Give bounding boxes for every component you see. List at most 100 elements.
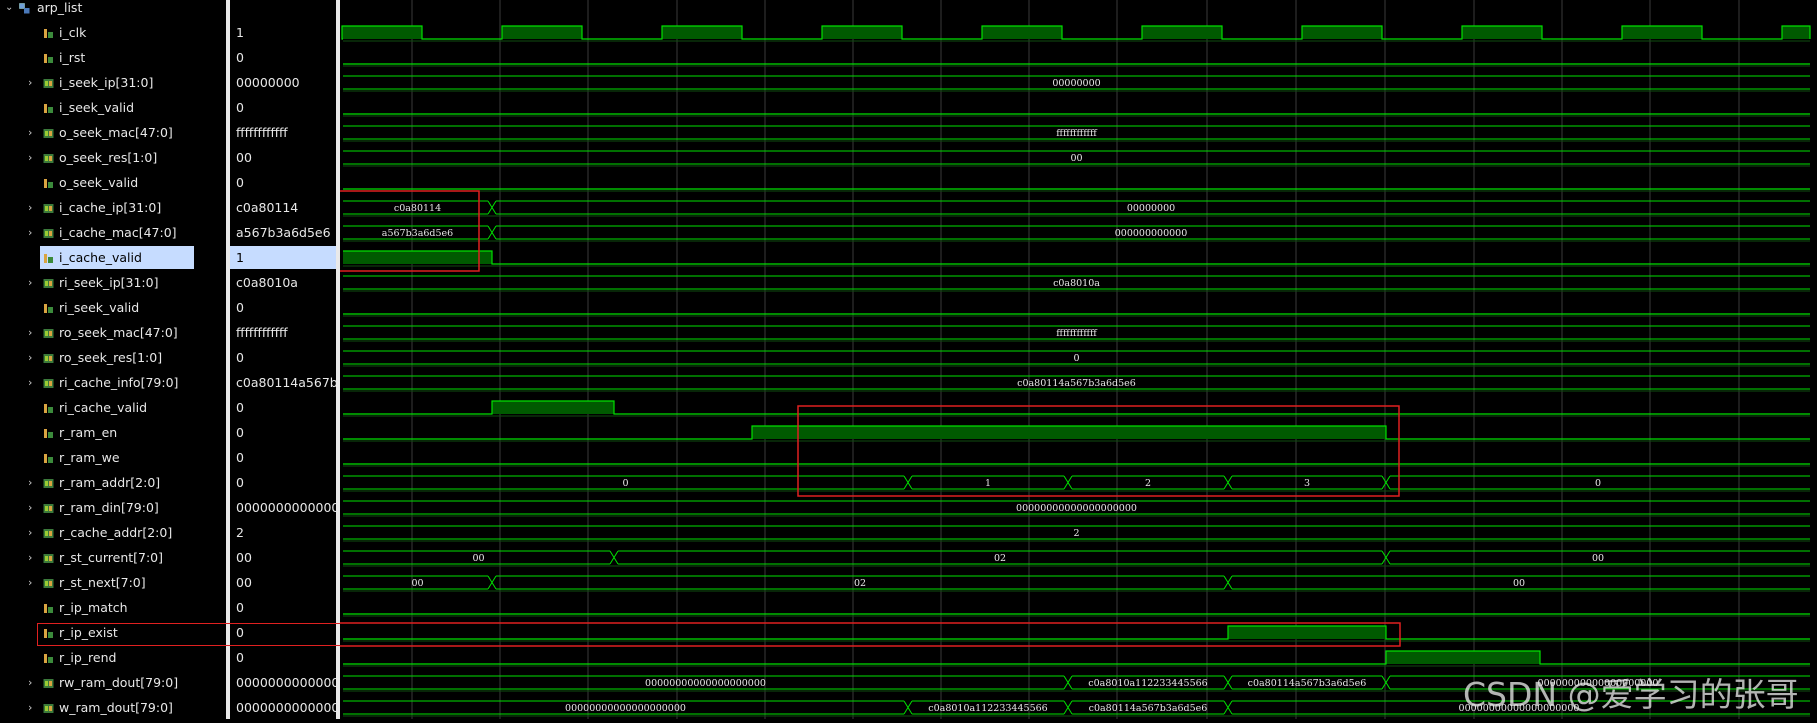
signal-value[interactable]: 00 [230,145,336,170]
signal-value[interactable]: 000000000000000 [230,695,336,719]
signal-row-i-clk[interactable]: i_clk [0,20,226,45]
signal-row-o-seek-mac[interactable]: › o_seek_mac[47:0] [0,120,226,145]
signal-value[interactable]: 0 [230,295,336,320]
chevron-right-icon[interactable]: › [28,320,40,345]
bit-signal-icon [44,629,53,638]
bus-value-label: 02 [854,578,866,589]
signal-value[interactable]: 2 [230,520,336,545]
signal-value[interactable]: 00 [230,570,336,595]
signal-value[interactable]: ffffffffffff [230,120,336,145]
signal-row-i-cache-valid[interactable]: i_cache_valid [0,245,226,270]
scope-label: arp_list [37,0,83,15]
chevron-right-icon[interactable]: › [28,220,40,245]
signal-row-r-st-current[interactable]: › r_st_current[7:0] [0,545,226,570]
bit-high-fill [492,401,614,414]
signal-row-i-seek-ip[interactable]: › i_seek_ip[31:0] [0,70,226,95]
signal-row-r-ip-exist[interactable]: r_ip_exist [0,620,226,645]
signal-value[interactable]: c0a80114a567b3a [230,370,336,395]
signal-value[interactable]: 1 [230,20,336,45]
signal-value[interactable]: 0 [230,645,336,670]
bus-signal-icon [43,204,54,213]
signal-row-ri-cache-valid[interactable]: ri_cache_valid [0,395,226,420]
bit-high-fill [1228,626,1386,639]
chevron-right-icon[interactable]: › [28,145,40,170]
signal-name: ri_cache_info[79:0] [59,375,179,390]
signal-value[interactable]: c0a80114 [230,195,336,220]
bus-signal-icon [43,554,54,563]
bit-signal-icon [44,304,53,313]
signal-value[interactable]: 0 [230,420,336,445]
signal-value[interactable]: 00 [230,545,336,570]
clock-high-fill [1302,26,1382,39]
signal-row-r-ram-en[interactable]: r_ram_en [0,420,226,445]
signal-row-i-rst[interactable]: i_rst [0,45,226,70]
signal-row-rw-ram-dout[interactable]: › rw_ram_dout[79:0] [0,670,226,695]
chevron-right-icon[interactable]: › [28,695,40,720]
signal-row-o-seek-valid[interactable]: o_seek_valid [0,170,226,195]
chevron-right-icon[interactable]: › [28,470,40,495]
signal-value[interactable]: 0 [230,395,336,420]
module-icon [19,3,30,14]
chevron-right-icon[interactable]: › [28,70,40,95]
bus-value-label: 00000000 [1127,203,1175,214]
signal-value[interactable]: 0 [230,470,336,495]
chevron-right-icon[interactable]: › [28,120,40,145]
signal-value[interactable]: 00000000 [230,70,336,95]
signal-row-ri-seek-valid[interactable]: ri_seek_valid [0,295,226,320]
chevron-right-icon[interactable]: › [28,270,40,295]
signal-row-i-cache-mac[interactable]: › i_cache_mac[47:0] [0,220,226,245]
clock-high-fill [822,26,902,39]
signal-value[interactable]: 0 [230,95,336,120]
chevron-right-icon[interactable]: › [28,520,40,545]
signal-row-w-ram-dout[interactable]: › w_ram_dout[79:0] [0,695,226,720]
signal-value[interactable]: 1 [230,246,336,269]
signal-row-r-ip-rend[interactable]: r_ip_rend [0,645,226,670]
chevron-right-icon[interactable]: › [28,195,40,220]
chevron-right-icon[interactable]: › [28,370,40,395]
signal-row-r-ram-addr[interactable]: › r_ram_addr[2:0] [0,470,226,495]
signal-value[interactable]: 0 [230,445,336,470]
signal-name: r_ram_addr[2:0] [59,475,161,490]
signal-value[interactable]: 0 [230,620,336,645]
bus-value-label: 00 [1070,153,1082,164]
signal-value[interactable]: 0 [230,345,336,370]
chevron-right-icon[interactable]: › [28,495,40,520]
chevron-right-icon[interactable]: › [28,545,40,570]
signal-value[interactable]: 000000000000000 [230,670,336,695]
signal-name: ri_seek_ip[31:0] [59,275,159,290]
signal-row-r-cache-addr[interactable]: › r_cache_addr[2:0] [0,520,226,545]
signal-value[interactable]: 0 [230,45,336,70]
signal-row-i-seek-valid[interactable]: i_seek_valid [0,95,226,120]
bit-waveform [343,625,1810,640]
signal-row-r-ip-match[interactable]: r_ip_match [0,595,226,620]
signal-row-ri-cache-info[interactable]: › ri_cache_info[79:0] [0,370,226,395]
signal-value[interactable]: a567b3a6d5e6 [230,220,336,245]
waveform-pane[interactable]: 00000000 ffffffffffff 00 c0a80114 00000000 a5… [29,0,1817,719]
signal-row-ri-seek-ip[interactable]: › ri_seek_ip[31:0] [0,270,226,295]
bus-value-label: 00 [472,553,484,564]
signal-row-ro-seek-res[interactable]: › ro_seek_res[1:0] [0,345,226,370]
signal-name: i_cache_valid [59,250,142,265]
signal-name: i_rst [59,50,86,65]
chevron-right-icon[interactable]: › [28,345,40,370]
signal-row-r-ram-din[interactable]: › r_ram_din[79:0] [0,495,226,520]
bit-waveform [343,250,1810,265]
bus-signal-icon [43,479,54,488]
waveform-canvas[interactable]: 00000000ffffffffffff00c0a80114 00000000a5… [29,0,1817,719]
bus-value-label: 0 [1073,353,1079,364]
signal-value[interactable]: 0 [230,595,336,620]
chevron-right-icon[interactable]: › [28,670,40,695]
signal-row-o-seek-res[interactable]: › o_seek_res[1:0] [0,145,226,170]
signal-row-i-cache-ip[interactable]: › i_cache_ip[31:0] [0,195,226,220]
signal-row-r-st-next[interactable]: › r_st_next[7:0] [0,570,226,595]
signal-value[interactable]: c0a8010a [230,270,336,295]
chevron-right-icon[interactable]: › [28,570,40,595]
signal-name: o_seek_mac[47:0] [59,125,173,140]
signal-value[interactable]: 0 [230,170,336,195]
bit-signal-icon [44,104,53,113]
signal-row-r-ram-we[interactable]: r_ram_we [0,445,226,470]
signal-row-ro-seek-mac[interactable]: › ro_seek_mac[47:0] [0,320,226,345]
signal-value[interactable]: ffffffffffff [230,320,336,345]
chevron-down-icon[interactable]: ⌄ [5,0,13,16]
signal-value[interactable]: 000000000000000 [230,495,336,520]
